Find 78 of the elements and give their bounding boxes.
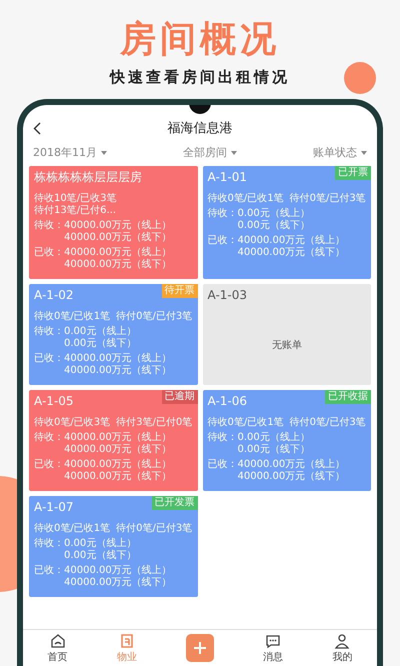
status-badge: 已开发票 bbox=[152, 496, 198, 510]
room-name: A-1-05 bbox=[34, 394, 74, 409]
count-text: 待付0笔/已付3笔 bbox=[116, 311, 192, 323]
room-name: A-1-07 bbox=[34, 500, 74, 515]
amount-text: 40000.00万元（线下） bbox=[64, 577, 173, 589]
room-card[interactable]: 栋栋栋栋栋层层层房 待收10笔/已收3笔 待付13笔/已付6... 待收：40000.00万元（线上） 40000.00万元（线下） 已收：40000.00万元（线上） 40000.00万元（线下） bbox=[29, 166, 198, 279]
amount-text: 40000.00万元（线下） bbox=[238, 471, 346, 483]
room-name: A-1-02 bbox=[34, 288, 74, 303]
amount-text: 0.00元（线上） bbox=[238, 208, 311, 220]
amount-text: 40000.00万元（线上） bbox=[238, 459, 346, 470]
count-text: 待收0笔/已收1笔 bbox=[34, 523, 110, 535]
count-text: 待付0笔/已付3笔 bbox=[116, 523, 192, 535]
tab-item[interactable]: 物业 bbox=[116, 632, 137, 664]
amount-text: 40000.00万元（线下） bbox=[64, 232, 173, 244]
filter-dropdown[interactable]: 2018年11月 bbox=[33, 145, 107, 160]
room-card[interactable]: A-1-06 已开收据 待收0笔/已收1笔 待付0笔/已付3笔 待收：0.00元（线上） 0.00元（线下） 已收：40000.00万元（线上） 40000.00万元（线下） bbox=[202, 390, 371, 491]
amount-text: 0.00元（线上） bbox=[64, 326, 138, 338]
tab-item[interactable]: 首页 bbox=[48, 632, 68, 664]
filter-dropdown[interactable]: 全部房间 bbox=[183, 145, 237, 160]
amount-text: 40000.00万元（线下） bbox=[64, 444, 173, 456]
room-name: A-1-01 bbox=[208, 170, 248, 185]
status-badge: 已开票 bbox=[335, 166, 371, 180]
amount-label: 已收： bbox=[34, 247, 64, 260]
amount-text: 40000.00万元（线上） bbox=[64, 247, 173, 258]
amount-label: 已收： bbox=[208, 459, 238, 472]
status-badge: 已开收据 bbox=[325, 390, 371, 404]
filter-dropdown[interactable]: 账单状态 bbox=[313, 145, 367, 160]
tab-item[interactable]: 我的 bbox=[332, 632, 352, 664]
amount-text: 40000.00万元（线下） bbox=[64, 471, 173, 483]
count-text: 待收0笔/已收1笔 bbox=[208, 417, 284, 429]
count-text: 待付0笔/已付3笔 bbox=[290, 417, 366, 429]
amount-text: 0.00元（线上） bbox=[64, 538, 138, 550]
amount-text: 0.00元（线下） bbox=[238, 444, 311, 456]
count-text: 待收0笔/已收1笔 bbox=[34, 311, 110, 323]
promo-subtitle: 快速查看房间出租情况 bbox=[110, 68, 290, 87]
amount-text: 0.00元（线上） bbox=[238, 432, 311, 444]
amount-text: 40000.00万元（线上） bbox=[64, 432, 173, 444]
amount-label: 已收： bbox=[34, 353, 64, 366]
status-badge: 待开票 bbox=[162, 284, 198, 298]
tab-item[interactable]: 消息 bbox=[263, 632, 284, 664]
amount-label: 待收： bbox=[208, 208, 238, 221]
count-text: 待付13笔/已付6... bbox=[34, 205, 116, 217]
amount-label: 已收： bbox=[34, 565, 64, 578]
room-name: A-1-03 bbox=[208, 288, 248, 303]
amount-label: 待收： bbox=[34, 432, 64, 445]
room-card[interactable]: A-1-01 已开票 待收0笔/已收1笔 待付0笔/已付3笔 待收：0.00元（线上） 0.00元（线下） 已收：40000.00万元（线上） 40000.00万元（线下） bbox=[202, 166, 371, 279]
amount-text: 40000.00万元（线下） bbox=[238, 247, 346, 259]
amount-text: 40000.00万元（线上） bbox=[64, 565, 173, 576]
amount-label: 待收： bbox=[34, 220, 64, 233]
app-title: 福海信息港 bbox=[168, 120, 232, 137]
count-text: 待收10笔/已收3笔 bbox=[34, 193, 116, 204]
amount-label: 待收： bbox=[34, 538, 64, 551]
room-name: A-1-06 bbox=[208, 394, 248, 409]
room-card[interactable]: A-1-03 无账单 bbox=[202, 284, 371, 385]
amount-text: 40000.00万元（线上） bbox=[64, 353, 173, 364]
amount-text: 40000.00万元（线上） bbox=[238, 235, 346, 246]
amount-label: 待收： bbox=[208, 432, 238, 445]
amount-text: 0.00元（线下） bbox=[238, 220, 311, 232]
amount-text: 40000.00万元（线上） bbox=[64, 220, 173, 232]
status-badge: 已逾期 bbox=[162, 390, 198, 404]
amount-text: 40000.00万元（线下） bbox=[64, 365, 173, 377]
amount-text: 40000.00万元（线上） bbox=[64, 459, 173, 470]
count-text: 待收0笔/已收3笔 bbox=[34, 417, 110, 429]
count-text: 待收0笔/已收1笔 bbox=[208, 193, 284, 205]
room-name: 栋栋栋栋栋层层层房 bbox=[34, 170, 142, 185]
amount-text: 0.00元（线下） bbox=[64, 550, 138, 562]
amount-text: 40000.00万元（线下） bbox=[64, 259, 173, 271]
no-bill-text: 无账单 bbox=[272, 340, 302, 352]
amount-label: 已收： bbox=[208, 235, 238, 248]
room-card[interactable]: A-1-02 待开票 待收0笔/已收1笔 待付0笔/已付3笔 待收：0.00元（线上） 0.00元（线下） 已收：40000.00万元（线上） 40000.00万元（线下） bbox=[29, 284, 198, 385]
amount-text: 0.00元（线下） bbox=[64, 338, 138, 350]
amount-label: 已收： bbox=[34, 459, 64, 472]
count-text: 待付0笔/已付3笔 bbox=[290, 193, 366, 205]
room-card[interactable]: A-1-07 已开发票 待收0笔/已收1笔 待付0笔/已付3笔 待收：0.00元（线上） 0.00元（线下） 已收：40000.00万元（线上） 40000.00万元（线下） bbox=[29, 496, 198, 597]
count-text: 待付3笔/已付0笔 bbox=[116, 417, 192, 429]
promo-title: 房间概况 bbox=[120, 18, 280, 62]
amount-label: 待收： bbox=[34, 326, 64, 339]
room-card[interactable]: A-1-05 已逾期 待收0笔/已收3笔 待付3笔/已付0笔 待收：40000.00万元（线上） 40000.00万元（线下） 已收：40000.00万元（线上） 40000.00万元（线下） bbox=[29, 390, 198, 491]
